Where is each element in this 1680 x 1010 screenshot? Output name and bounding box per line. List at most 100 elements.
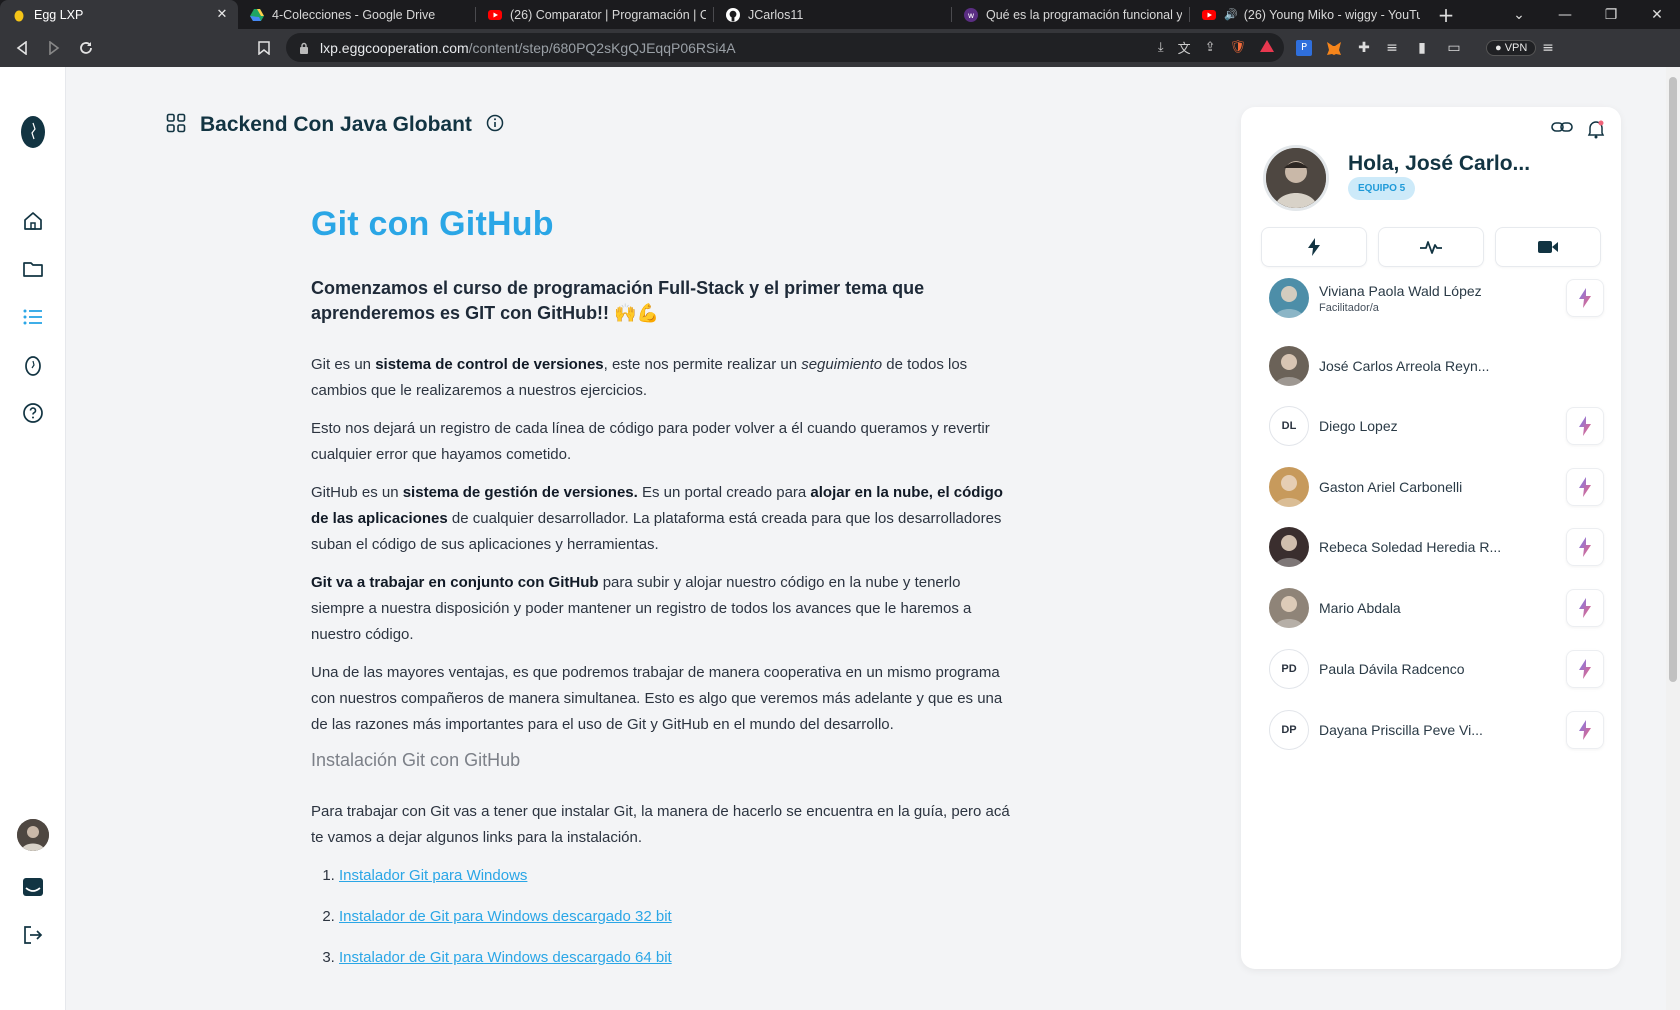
egg-logo-icon[interactable] (16, 111, 50, 151)
page-scrollbar[interactable] (1666, 67, 1680, 1010)
bolt-icon[interactable] (1566, 650, 1604, 688)
member-name: Mario Abdala (1319, 600, 1401, 616)
extension-p-icon[interactable]: P (1290, 33, 1318, 63)
address-bar[interactable]: lxp.eggcooperation.com/content/step/680P… (286, 33, 1284, 62)
forward-icon[interactable] (38, 33, 70, 63)
tab-title: Qué es la programación funcional y c (986, 7, 1182, 22)
browser-tab[interactable]: Egg LXP ✕ (0, 0, 238, 29)
restore-icon[interactable]: ❐ (1588, 7, 1634, 23)
list-icon[interactable] (19, 303, 47, 331)
member-initials: DP (1281, 724, 1297, 736)
browser-tab[interactable]: 🔊 (26) Young Miko - wiggy - YouTub (1190, 0, 1428, 29)
install-link[interactable]: Instalador de Git para Windows descargad… (339, 949, 672, 966)
vpn-button[interactable]: ● VPN (1486, 33, 1537, 63)
member-name: Rebeca Soledad Heredia R... (1319, 539, 1502, 555)
grid-menu-icon[interactable] (166, 113, 186, 137)
install-link[interactable]: Instalador Git para Windows (339, 867, 527, 884)
folder-icon[interactable] (19, 255, 47, 283)
metamask-icon[interactable] (1320, 33, 1348, 63)
browser-tab[interactable]: w Qué es la programación funcional y c (952, 0, 1190, 29)
bolt-icon[interactable] (1566, 279, 1604, 317)
course-header: Backend Con Java Globant (166, 113, 504, 137)
audio-playing-icon[interactable]: 🔊 (1224, 8, 1238, 21)
link-icon[interactable] (1551, 119, 1573, 143)
greeting: Hola, José Carlo... (1348, 152, 1531, 175)
install-app-icon[interactable]: ⤓ (1158, 40, 1164, 55)
sidebar-toggle-icon[interactable]: ▮ (1408, 33, 1436, 63)
member-row[interactable]: Rebeca Soledad Heredia R... (1269, 527, 1604, 567)
bookmark-icon[interactable] (248, 33, 280, 63)
member-row[interactable]: Viviana Paola Wald López Facilitador/a (1269, 278, 1604, 318)
bolt-icon[interactable] (1566, 407, 1604, 445)
member-avatar (1269, 346, 1309, 386)
back-icon[interactable] (6, 33, 38, 63)
paragraph: Git va a trabajar en conjunto con GitHub… (311, 574, 972, 643)
share-icon[interactable]: ⇪ (1205, 40, 1216, 55)
member-avatar: PD (1269, 649, 1309, 689)
list-item: Instalador de Git para Windows descargad… (339, 945, 1011, 971)
logout-icon[interactable] (19, 921, 47, 949)
member-name: Dayana Priscilla Peve Vi... (1319, 722, 1483, 738)
wallet-icon[interactable]: ▭ (1440, 33, 1468, 63)
member-avatar: DL (1269, 406, 1309, 446)
user-avatar[interactable] (17, 819, 49, 851)
member-row[interactable]: PD Paula Dávila Radcenco (1269, 649, 1604, 689)
menu-icon[interactable]: ≡ (1538, 33, 1558, 63)
browser-tab[interactable]: 4-Colecciones - Google Drive (238, 0, 476, 29)
member-initials: PD (1281, 663, 1297, 675)
member-info: Paula Dávila Radcenco (1319, 661, 1566, 677)
tab-search-icon[interactable]: ⌄ (1496, 7, 1542, 23)
lesson-content: Git con GitHub Comenzamos el curso de pr… (311, 205, 1011, 986)
lesson-title: Git con GitHub (311, 205, 554, 243)
profile-avatar[interactable] (1263, 145, 1329, 211)
youtube-favicon-icon (1202, 8, 1216, 22)
member-info: Dayana Priscilla Peve Vi... (1319, 722, 1566, 738)
bolt-icon[interactable] (1566, 468, 1604, 506)
bolt-icon[interactable] (1566, 711, 1604, 749)
inbox-icon[interactable] (19, 873, 47, 901)
member-name: Diego Lopez (1319, 418, 1398, 434)
svg-text:w: w (968, 11, 975, 20)
member-row[interactable]: Gaston Ariel Carbonelli (1269, 467, 1604, 507)
tab-activity-bolt[interactable] (1261, 227, 1367, 267)
reload-icon[interactable] (70, 33, 102, 63)
brave-shields-icon[interactable]: 🛡 (1229, 40, 1246, 55)
playlist-icon[interactable]: ≡ (1378, 33, 1406, 63)
bolt-icon[interactable] (1566, 589, 1604, 627)
bolt-icon[interactable] (1566, 528, 1604, 566)
tab-title: 4-Colecciones - Google Drive (272, 7, 436, 22)
browser-tab[interactable]: (26) Comparator | Programación | Col (476, 0, 714, 29)
help-icon[interactable] (19, 399, 47, 427)
team-badge: EQUIPO 5 (1348, 177, 1416, 200)
info-icon[interactable] (486, 114, 504, 136)
member-avatar (1269, 467, 1309, 507)
member-row[interactable]: José Carlos Arreola Reyn... (1269, 346, 1604, 386)
member-row[interactable]: DP Dayana Priscilla Peve Vi... (1269, 710, 1604, 750)
close-window-icon[interactable]: ✕ (1634, 7, 1680, 23)
member-row[interactable]: DL Diego Lopez (1269, 406, 1604, 446)
paragraph: Para trabajar con Git vas a tener que in… (311, 803, 1010, 846)
scroll-thumb[interactable] (1669, 77, 1677, 682)
bell-icon[interactable] (1587, 119, 1605, 143)
extensions-puzzle-icon[interactable]: ✚ (1350, 33, 1378, 63)
tab-video[interactable] (1495, 227, 1601, 267)
member-name: José Carlos Arreola Reyn... (1319, 358, 1490, 374)
site-favicon-icon: w (964, 7, 978, 22)
browser-tab-strip: Egg LXP ✕ 4-Colecciones - Google Drive (… (0, 0, 1680, 29)
url-text: lxp.eggcooperation.com/content/step/680P… (320, 39, 736, 56)
member-info: Viviana Paola Wald López Facilitador/a (1319, 283, 1566, 314)
install-link[interactable]: Instalador de Git para Windows descargad… (339, 908, 672, 925)
translate-icon[interactable]: 文 (1178, 38, 1191, 57)
home-icon[interactable] (19, 207, 47, 235)
brave-rewards-icon[interactable] (1260, 39, 1274, 56)
team-panel: Hola, José Carlo... EQUIPO 5 Viviana Pao… (1241, 107, 1621, 969)
member-info: Rebeca Soledad Heredia R... (1319, 539, 1566, 555)
close-tab-icon[interactable]: ✕ (214, 7, 230, 22)
minimize-icon[interactable]: — (1542, 7, 1588, 23)
tab-title: (26) Young Miko - wiggy - YouTub (1243, 7, 1420, 22)
browser-tab[interactable]: JCarlos11 (714, 0, 952, 29)
egg-outline-icon[interactable] (19, 351, 47, 379)
tab-pulse[interactable] (1378, 227, 1484, 267)
member-row[interactable]: Mario Abdala (1269, 588, 1604, 628)
new-tab-icon[interactable]: + (1428, 0, 1464, 29)
